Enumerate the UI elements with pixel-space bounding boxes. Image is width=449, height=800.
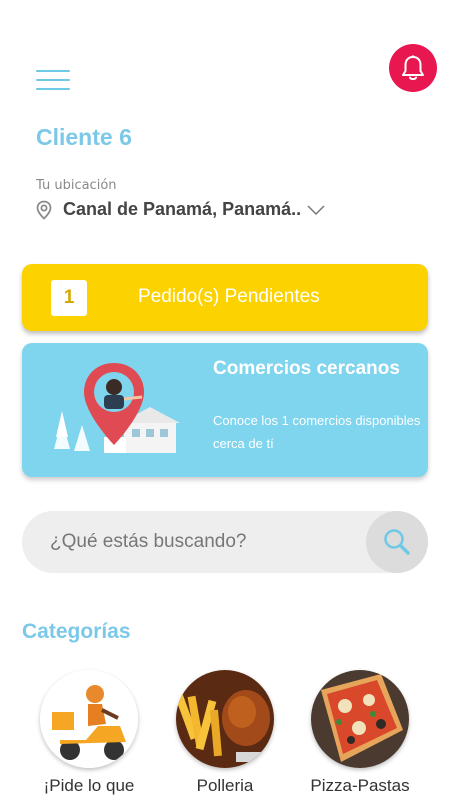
category-polleria[interactable]: Polleria — [165, 670, 285, 796]
nearby-stores-description: Conoce los 1 comercios disponibles cerca… — [213, 413, 421, 451]
nearby-stores-title: Comercios cercanos — [213, 358, 400, 379]
categories-heading: Categorías — [22, 620, 131, 643]
search-input[interactable] — [50, 511, 360, 573]
location-selector[interactable]: Canal de Panamá, Panamá.. — [34, 199, 325, 220]
location-value: Canal de Panamá, Panamá.. — [63, 199, 302, 219]
nearby-stores-card[interactable]: Comercios cercanos Conoce los 1 comercio… — [22, 343, 428, 477]
hamburger-menu-icon[interactable] — [36, 68, 72, 92]
search-button[interactable] — [366, 511, 428, 573]
nearby-illustration — [54, 363, 180, 453]
pending-orders-card[interactable]: 1 Pedido(s) Pendientes — [22, 264, 428, 331]
category-polleria-image — [176, 670, 274, 768]
bell-icon — [402, 55, 424, 80]
category-delivery[interactable]: ¡Pide lo que — [29, 670, 149, 796]
pending-count-badge: 1 — [51, 280, 87, 316]
category-label: Pizza-Pastas — [310, 776, 410, 795]
category-label: ¡Pide lo que — [43, 776, 135, 795]
location-pin-icon — [36, 200, 52, 220]
client-name: Cliente 6 — [36, 124, 132, 150]
category-pizza-pastas[interactable]: Pizza-Pastas — [300, 670, 420, 796]
search-icon — [384, 529, 410, 555]
location-label: Tu ubicación — [36, 178, 117, 193]
chevron-down-icon — [307, 204, 325, 215]
category-pizza-pastas-image — [311, 670, 409, 768]
category-delivery-image — [40, 670, 138, 768]
search-bar — [22, 511, 428, 573]
category-label: Polleria — [196, 776, 254, 795]
notification-button[interactable] — [389, 44, 437, 92]
pending-orders-label: Pedido(s) Pendientes — [138, 286, 320, 307]
